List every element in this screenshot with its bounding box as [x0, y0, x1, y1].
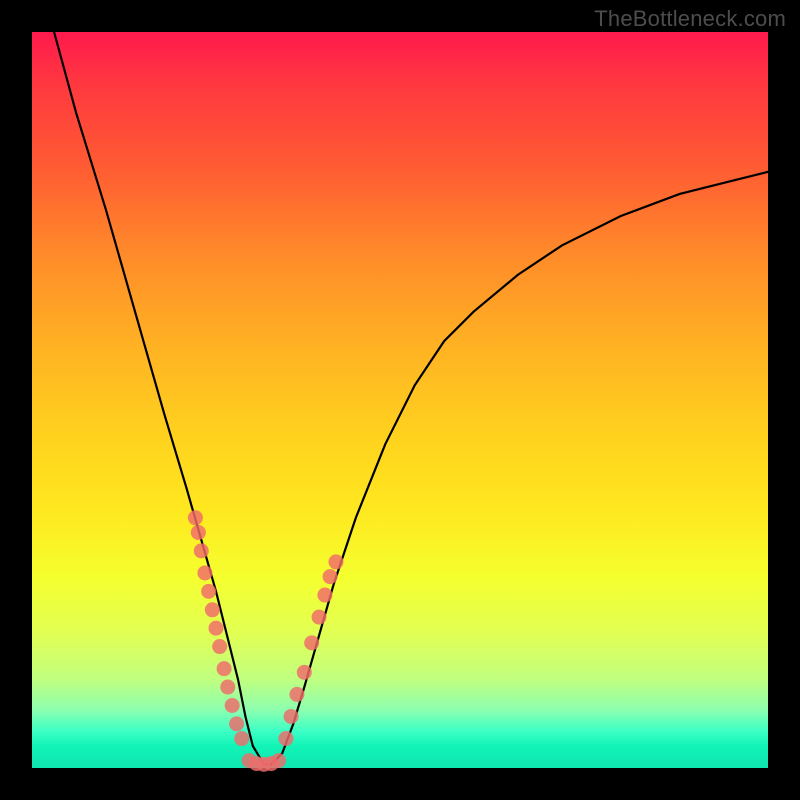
data-point: [284, 709, 299, 724]
data-point: [229, 716, 244, 731]
data-point: [209, 621, 224, 636]
curve-path: [54, 32, 768, 764]
data-point: [271, 753, 286, 768]
watermark-text: TheBottleneck.com: [594, 6, 786, 32]
data-point: [194, 543, 209, 558]
data-point: [278, 731, 293, 746]
data-point: [205, 602, 220, 617]
data-point: [289, 687, 304, 702]
data-point: [225, 698, 240, 713]
data-point: [212, 639, 227, 654]
chart-svg: [32, 32, 768, 768]
data-point: [188, 510, 203, 525]
data-point: [197, 565, 212, 580]
data-point: [328, 554, 343, 569]
chart-frame: TheBottleneck.com: [0, 0, 800, 800]
data-point: [312, 610, 327, 625]
data-point: [323, 569, 338, 584]
data-point: [201, 584, 216, 599]
data-point: [191, 525, 206, 540]
data-point: [297, 665, 312, 680]
data-point: [317, 588, 332, 603]
data-point: [217, 661, 232, 676]
data-point: [234, 731, 249, 746]
data-point: [304, 635, 319, 650]
series-layer: [54, 32, 768, 772]
data-point: [220, 680, 235, 695]
plot-area: [32, 32, 768, 768]
